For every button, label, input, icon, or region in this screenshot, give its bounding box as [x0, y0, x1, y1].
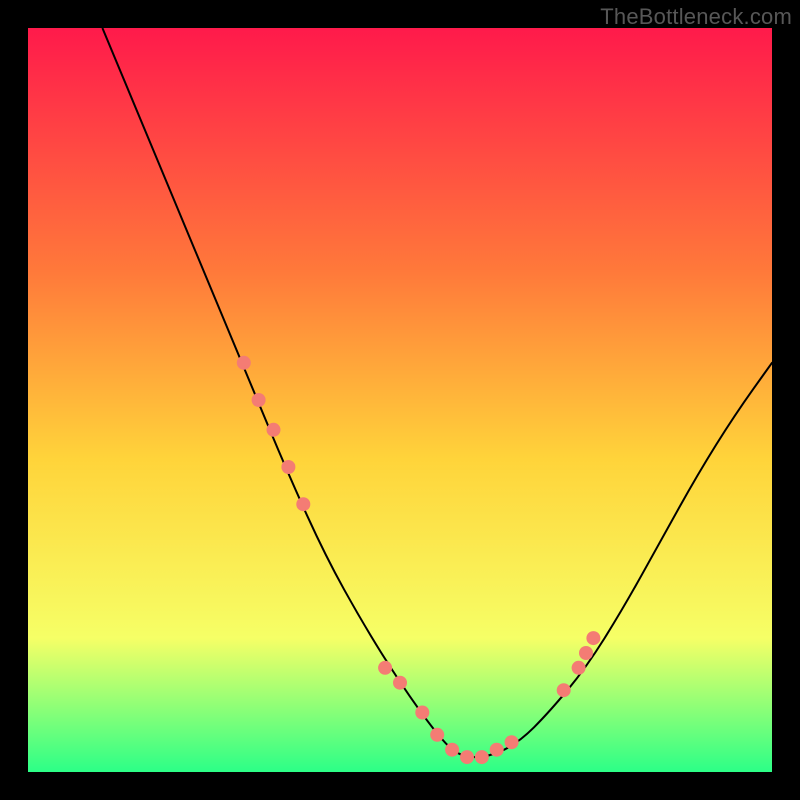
highlight-dot	[252, 393, 266, 407]
chart-frame	[28, 28, 772, 772]
highlight-dot	[445, 743, 459, 757]
highlight-dot	[378, 661, 392, 675]
highlight-dot	[557, 683, 571, 697]
highlight-dot	[415, 706, 429, 720]
watermark-text: TheBottleneck.com	[600, 4, 792, 30]
highlight-dot	[505, 735, 519, 749]
highlight-dot	[572, 661, 586, 675]
highlight-dot	[393, 676, 407, 690]
highlight-dot	[586, 631, 600, 645]
highlight-dot	[237, 356, 251, 370]
highlight-dot	[579, 646, 593, 660]
highlight-dot	[281, 460, 295, 474]
highlight-dot	[460, 750, 474, 764]
highlight-dot	[296, 497, 310, 511]
gradient-background	[28, 28, 772, 772]
highlight-dot	[267, 423, 281, 437]
highlight-dot	[430, 728, 444, 742]
highlight-dot	[475, 750, 489, 764]
highlight-dot	[490, 743, 504, 757]
chart-svg	[28, 28, 772, 772]
